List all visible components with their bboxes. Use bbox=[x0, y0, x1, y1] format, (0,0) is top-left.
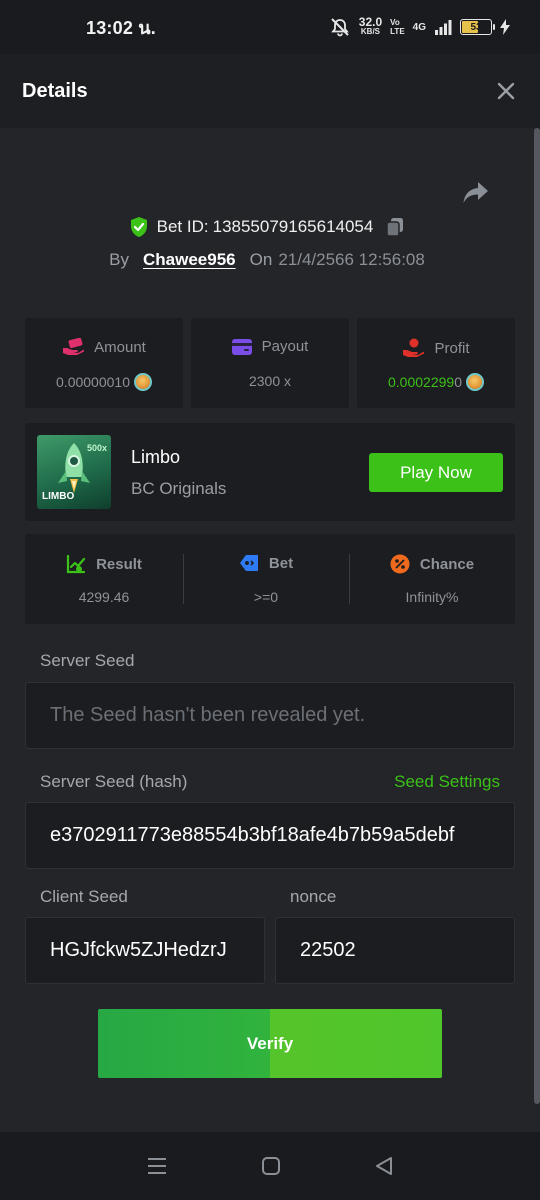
result-card: Result 4299.46 Bet >=0 Chance Infinity% bbox=[25, 534, 515, 624]
close-icon bbox=[497, 82, 515, 100]
status-icons: 32.0 KB/S Vo LTE 4G 53 bbox=[329, 15, 510, 37]
network-type: 4G bbox=[412, 21, 426, 33]
share-icon bbox=[463, 182, 488, 203]
amount-card: Amount 0.00000010 bbox=[25, 318, 183, 408]
bet-id-value: 13855079165614054 bbox=[212, 217, 374, 236]
by-label: By bbox=[109, 250, 129, 269]
net-speed: 32.0 KB/S bbox=[358, 15, 383, 36]
chance-column: Chance Infinity% bbox=[349, 534, 515, 624]
hand-money-icon bbox=[63, 338, 85, 355]
bet-value: >=0 bbox=[253, 589, 279, 605]
bet-date: 21/4/2566 12:56:08 bbox=[278, 250, 425, 269]
amount-label: Amount bbox=[94, 338, 146, 356]
close-button[interactable] bbox=[494, 79, 518, 103]
result-label: Result bbox=[96, 555, 142, 573]
on-label: On bbox=[249, 250, 273, 269]
client-seed-field[interactable]: HGJfckw5ZJHedzrJ bbox=[25, 917, 265, 984]
server-hash-label: Server Seed (hash) bbox=[40, 772, 188, 791]
shield-check-icon bbox=[130, 217, 147, 237]
volte-indicator: Vo LTE bbox=[390, 18, 405, 36]
nonce-value: 22502 bbox=[300, 939, 356, 961]
profit-card: Profit 0.00022990 bbox=[357, 318, 515, 408]
bet-id-label: Bet ID: bbox=[156, 217, 209, 236]
battery-icon: 53 bbox=[460, 19, 495, 35]
status-bar: 13:02 น. 32.0 KB/S Vo LTE 4G 53 bbox=[0, 0, 540, 54]
charging-icon bbox=[500, 19, 510, 35]
result-value: 4299.46 bbox=[78, 589, 130, 605]
bet-byline: By Chawee956 On 21/4/2566 12:56:08 bbox=[0, 250, 534, 270]
nonce-field[interactable]: 22502 bbox=[275, 917, 515, 984]
payout-label: Payout bbox=[261, 338, 309, 355]
coin-icon bbox=[465, 373, 484, 391]
profit-value: 0.00022990 bbox=[388, 374, 462, 390]
nonce-label: nonce bbox=[290, 887, 337, 906]
tag-icon bbox=[239, 555, 258, 571]
thumbnail-badge: 500x bbox=[86, 443, 107, 453]
play-now-button[interactable]: Play Now bbox=[369, 453, 503, 492]
username-link[interactable]: Chawee956 bbox=[143, 250, 236, 270]
hand-coin-icon bbox=[403, 338, 425, 357]
coin-icon bbox=[133, 373, 152, 391]
payout-value: 2300 x bbox=[248, 373, 292, 389]
thumbnail-text: LIMBO bbox=[42, 491, 75, 502]
signal-icon bbox=[435, 20, 452, 35]
home-icon[interactable] bbox=[261, 1156, 281, 1176]
result-column: Result 4299.46 bbox=[25, 534, 183, 624]
page-title: Details bbox=[22, 79, 88, 102]
mute-icon bbox=[330, 18, 349, 37]
server-hash-field[interactable]: e3702911773e88554b3bf18afe4b7b59a5debf bbox=[25, 802, 515, 869]
details-header: Details bbox=[0, 54, 540, 128]
amount-value: 0.00000010 bbox=[56, 374, 130, 390]
server-seed-label: Server Seed bbox=[40, 651, 135, 670]
percent-icon bbox=[390, 554, 410, 574]
payout-card: Payout 2300 x bbox=[191, 318, 349, 408]
seed-settings-link[interactable]: Seed Settings bbox=[394, 772, 500, 792]
chance-label: Chance bbox=[419, 555, 475, 573]
game-subtitle: BC Originals bbox=[131, 479, 227, 498]
bet-id-row: Bet ID: 13855079165614054 bbox=[0, 216, 534, 238]
share-button[interactable] bbox=[462, 180, 490, 206]
verify-button[interactable]: Verify bbox=[98, 1009, 442, 1078]
wallet-icon bbox=[231, 338, 252, 355]
status-time: 13:02 น. bbox=[86, 17, 156, 38]
bet-column: Bet >=0 bbox=[183, 534, 349, 624]
server-seed-placeholder: The Seed hasn't been revealed yet. bbox=[50, 704, 366, 726]
game-name[interactable]: Limbo bbox=[131, 447, 180, 468]
system-nav-bar bbox=[0, 1132, 540, 1200]
client-seed-value: HGJfckw5ZJHedzrJ bbox=[50, 939, 227, 961]
trend-chart-icon bbox=[66, 554, 86, 574]
server-seed-field: The Seed hasn't been revealed yet. bbox=[25, 682, 515, 749]
copy-icon[interactable] bbox=[385, 216, 405, 238]
chance-value: Infinity% bbox=[405, 589, 459, 605]
bet-label: Bet bbox=[268, 554, 294, 572]
game-card: 500x LIMBO Limbo BC Originals Play Now bbox=[25, 423, 515, 521]
limbo-thumbnail[interactable]: 500x LIMBO bbox=[37, 435, 111, 509]
server-hash-value: e3702911773e88554b3bf18afe4b7b59a5debf bbox=[50, 824, 455, 846]
back-icon[interactable] bbox=[374, 1156, 394, 1176]
profit-label: Profit bbox=[434, 339, 470, 357]
recents-icon[interactable] bbox=[146, 1157, 168, 1175]
scrollbar[interactable] bbox=[534, 128, 540, 1104]
client-seed-label: Client Seed bbox=[40, 887, 128, 906]
